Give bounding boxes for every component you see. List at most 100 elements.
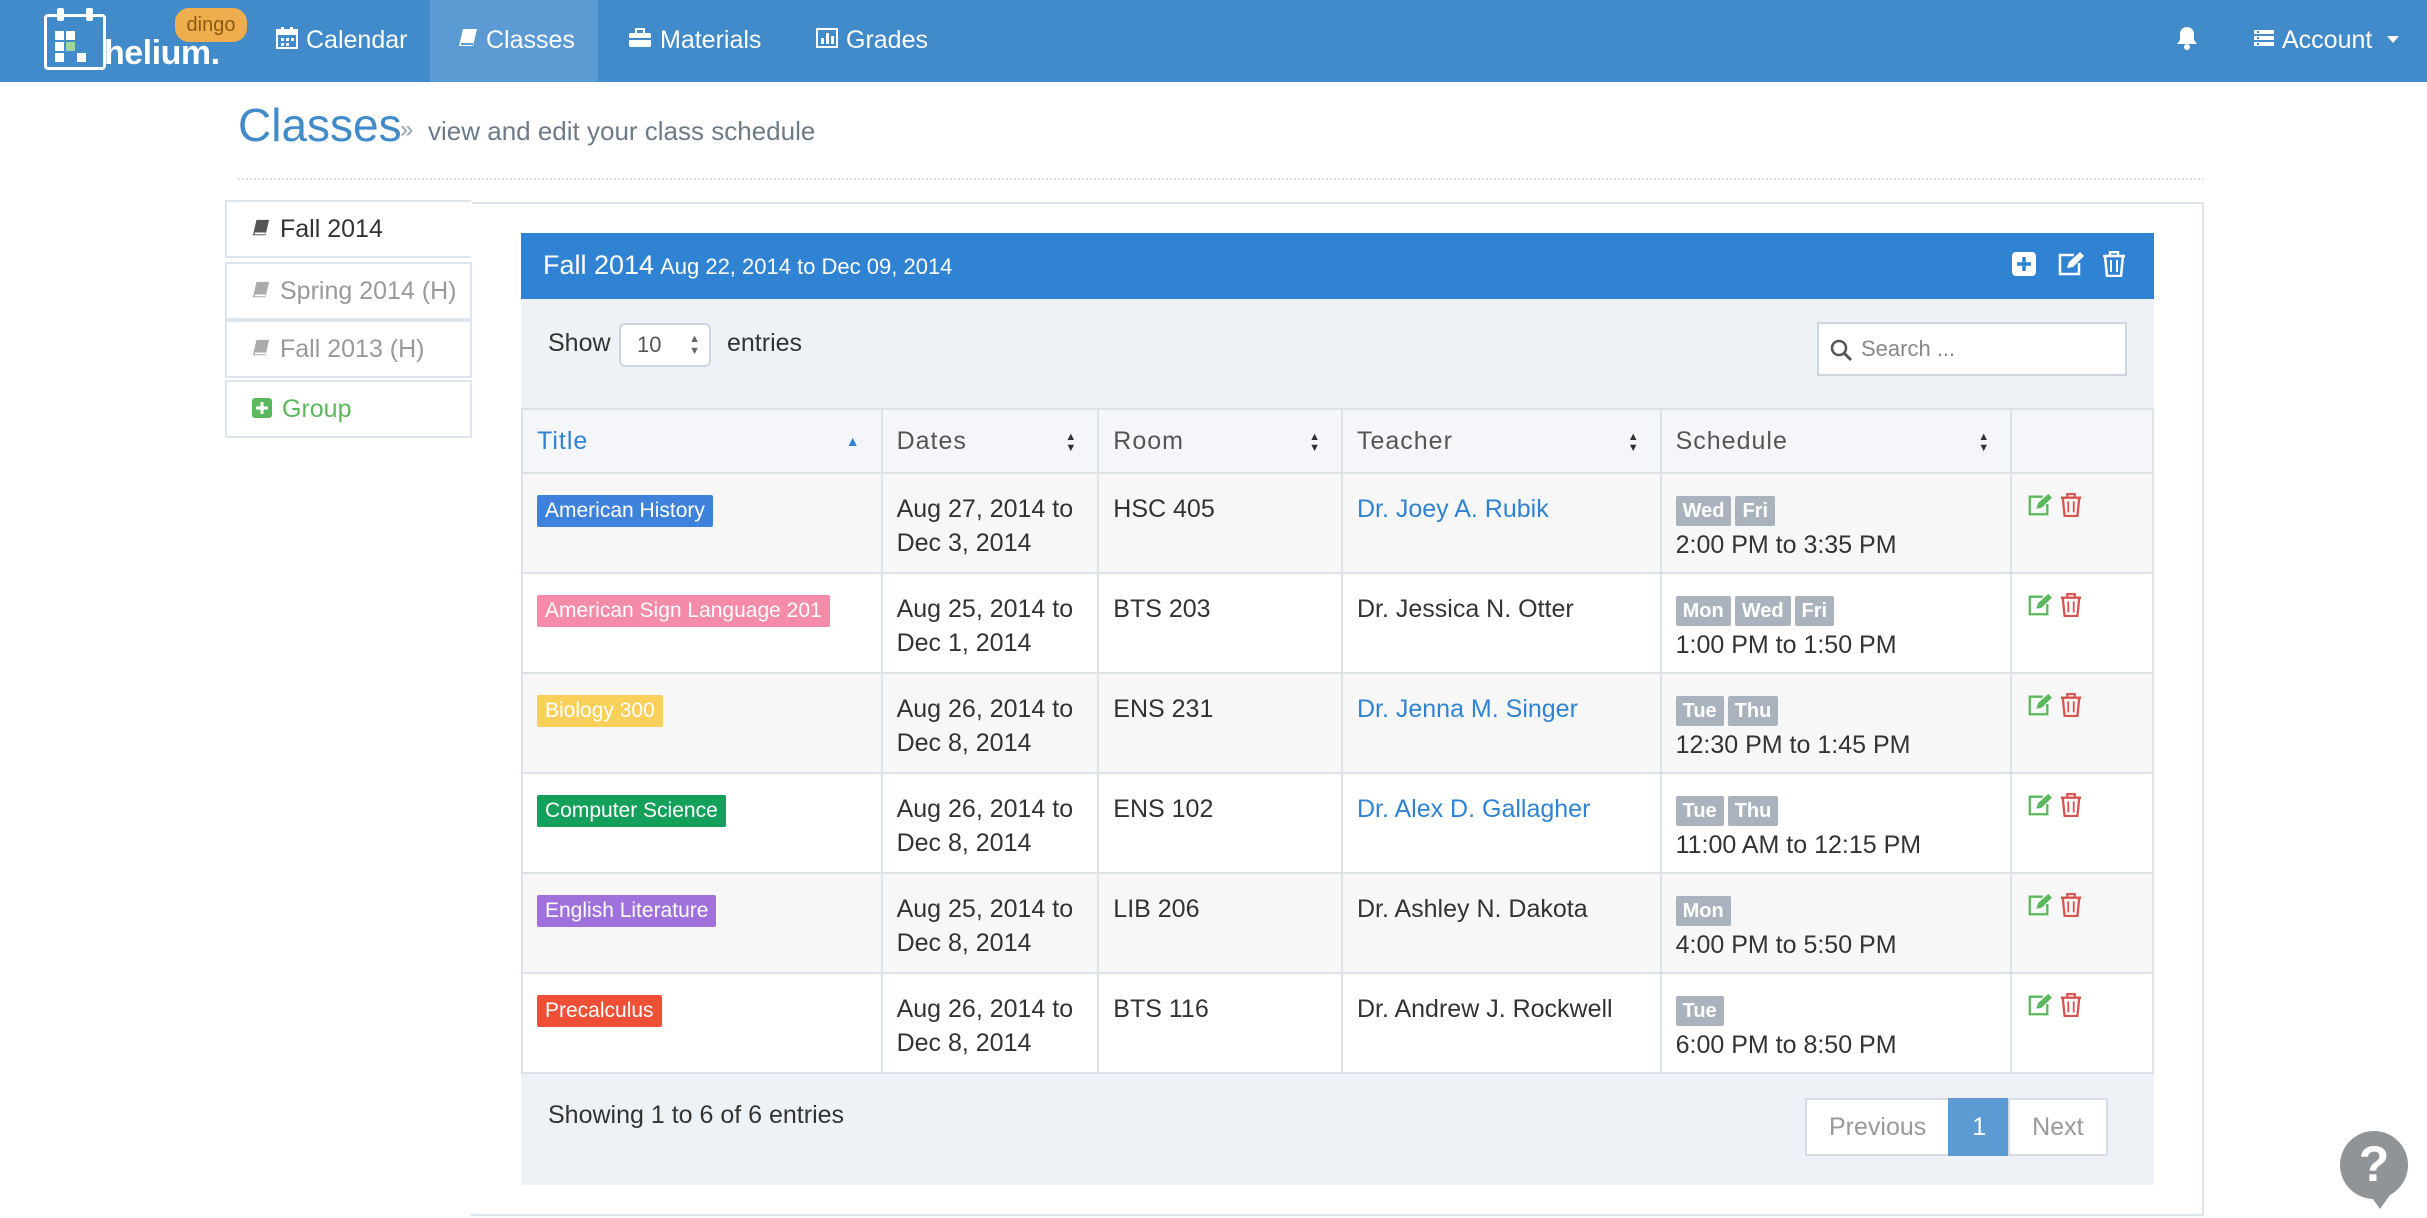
class-title-label[interactable]: Precalculus <box>537 995 662 1027</box>
add-group-button[interactable]: Group <box>225 380 472 438</box>
class-title-label[interactable]: Biology 300 <box>537 695 663 727</box>
cell-room: BTS 116 <box>1097 972 1343 1074</box>
delete-class-button[interactable] <box>2060 992 2082 1026</box>
column-header-schedule[interactable]: Schedule ▲ ▼ <box>1659 408 2013 474</box>
table-row[interactable]: English Literature Aug 25, 2014 to Dec 8, … <box>521 872 2154 974</box>
dates-start: Aug 26, 2014 to <box>896 695 1074 723</box>
teacher-name: Dr. Andrew J. Rockwell <box>1356 995 1613 1023</box>
edit-icon <box>2058 252 2084 276</box>
previous-page-button[interactable]: Previous <box>1805 1098 1951 1156</box>
class-title-label[interactable]: American History <box>537 495 713 527</box>
cell-schedule: Tue Thu 11:00 AM to 12:15 PM <box>1659 772 2013 874</box>
cell-schedule: Mon 4:00 PM to 5:50 PM <box>1659 872 2013 974</box>
edit-class-button[interactable] <box>2026 492 2053 526</box>
delete-class-button[interactable] <box>2060 892 2082 926</box>
sort-icon: ▲ ▼ <box>1627 431 1640 454</box>
tab-label: Fall 2013 (H) <box>280 335 425 363</box>
edit-icon <box>2028 893 2053 916</box>
tab-term-fall-2014[interactable]: Fall 2014 <box>225 200 472 258</box>
cell-teacher: Dr. Andrew J. Rockwell <box>1340 972 1662 1074</box>
cell-actions <box>2010 472 2154 574</box>
table-row[interactable]: Biology 300 Aug 26, 2014 to Dec 8, 2014 ENS… <box>521 672 2154 774</box>
delete-class-button[interactable] <box>2060 592 2082 626</box>
plus-square-icon <box>252 398 272 419</box>
table-row[interactable]: American History Aug 27, 2014 to Dec 3, 20… <box>521 472 2154 574</box>
add-class-button[interactable] <box>2011 251 2037 282</box>
nav-calendar[interactable]: Calendar <box>262 0 421 82</box>
account-menu[interactable]: Account <box>2254 0 2400 82</box>
edit-class-button[interactable] <box>2026 592 2053 626</box>
nav-classes[interactable]: Classes <box>430 0 598 82</box>
nav-calendar-label: Calendar <box>306 26 408 54</box>
cell-dates: Aug 26, 2014 to Dec 8, 2014 <box>880 672 1100 774</box>
search-input[interactable] <box>1861 332 2111 366</box>
delete-term-button[interactable] <box>2102 250 2126 282</box>
tab-label: Group <box>282 395 352 423</box>
page-length-value: 10 <box>637 332 662 357</box>
edit-term-button[interactable] <box>2056 251 2084 282</box>
cell-actions <box>2010 972 2154 1074</box>
page-1-button[interactable]: 1 <box>1948 1098 2011 1156</box>
dates-start: Aug 27, 2014 to <box>896 495 1074 523</box>
class-title-label[interactable]: American Sign Language 201 <box>537 595 830 627</box>
column-label: Teacher <box>1356 426 1453 455</box>
next-page-button[interactable]: Next <box>2008 1098 2108 1156</box>
schedule-day-badge: Tue <box>1675 796 1724 826</box>
top-navbar: helium. dingo Calendar Classes Materials… <box>0 0 2427 82</box>
schedule-day-badge: Wed <box>1734 596 1791 626</box>
edit-class-button[interactable] <box>2026 892 2053 926</box>
trash-icon <box>2061 492 2082 518</box>
page-length-select[interactable]: 10 ▲ ▼ <box>619 323 711 367</box>
account-label: Account <box>2282 26 2373 54</box>
caret-down-icon <box>2387 35 2400 43</box>
class-title-label[interactable]: Computer Science <box>537 795 726 827</box>
column-header-teacher[interactable]: Teacher ▲ ▼ <box>1340 408 1662 474</box>
table-row[interactable]: Computer Science Aug 26, 2014 to Dec 8, 20… <box>521 772 2154 874</box>
sort-icon: ▲ ▼ <box>1978 431 1991 454</box>
cell-dates: Aug 25, 2014 to Dec 1, 2014 <box>880 572 1100 674</box>
cell-teacher: Dr. Alex D. Gallagher <box>1340 772 1662 874</box>
table-info: Showing 1 to 6 of 6 entries <box>548 1101 845 1129</box>
double-chevron-right-icon: » <box>400 116 414 143</box>
nav-grades-label: Grades <box>846 26 928 54</box>
dates-end: Dec 8, 2014 <box>896 929 1032 957</box>
briefcase-icon <box>629 28 651 48</box>
cell-title: English Literature <box>521 872 883 974</box>
delete-class-button[interactable] <box>2060 692 2082 726</box>
help-button[interactable]: ? <box>2340 1131 2408 1209</box>
cell-room: LIB 206 <box>1097 872 1343 974</box>
nav-grades[interactable]: Grades <box>810 0 934 82</box>
teacher-link[interactable]: Dr. Joey A. Rubik <box>1357 495 1549 523</box>
nav-materials[interactable]: Materials <box>622 0 767 82</box>
column-label: Title <box>537 426 589 455</box>
column-header-title[interactable]: Title ▲ <box>521 408 883 474</box>
table-row[interactable]: American Sign Language 201 Aug 25, 2014 t… <box>521 572 2154 674</box>
cell-actions <box>2010 872 2154 974</box>
edit-class-button[interactable] <box>2026 792 2053 826</box>
schedule-day-badge: Tue <box>1675 996 1724 1026</box>
teacher-link[interactable]: Dr. Alex D. Gallagher <box>1357 795 1590 823</box>
table-row[interactable]: Precalculus Aug 26, 2014 to Dec 8, 2014 BTS… <box>521 972 2154 1074</box>
tab-term-spring-2014[interactable]: Spring 2014 (H) <box>225 262 472 320</box>
page-subtitle: view and edit your class schedule <box>428 116 816 146</box>
teacher-link[interactable]: Dr. Jenna M. Singer <box>1357 695 1578 723</box>
notifications-button[interactable] <box>2176 0 2206 82</box>
tab-term-fall-2013[interactable]: Fall 2013 (H) <box>225 320 472 378</box>
column-header-room[interactable]: Room ▲ ▼ <box>1097 408 1343 474</box>
helium-logo[interactable]: helium. dingo <box>44 8 247 74</box>
room: LIB 206 <box>1113 895 1200 923</box>
column-header-dates[interactable]: Dates ▲ ▼ <box>880 408 1100 474</box>
delete-class-button[interactable] <box>2060 792 2082 826</box>
delete-class-button[interactable] <box>2060 492 2082 526</box>
schedule-time: 4:00 PM to 5:50 PM <box>1675 931 1897 959</box>
dates-end: Dec 1, 2014 <box>896 629 1032 657</box>
nav-materials-label: Materials <box>660 26 762 54</box>
edit-icon <box>2028 993 2053 1016</box>
edit-class-button[interactable] <box>2026 692 2053 726</box>
edit-class-button[interactable] <box>2026 992 2053 1026</box>
panel-title: Fall 2014 <box>543 250 655 280</box>
column-label: Dates <box>896 426 967 455</box>
cell-dates: Aug 26, 2014 to Dec 8, 2014 <box>880 772 1100 874</box>
column-label: Room <box>1113 426 1184 455</box>
class-title-label[interactable]: English Literature <box>537 895 717 927</box>
